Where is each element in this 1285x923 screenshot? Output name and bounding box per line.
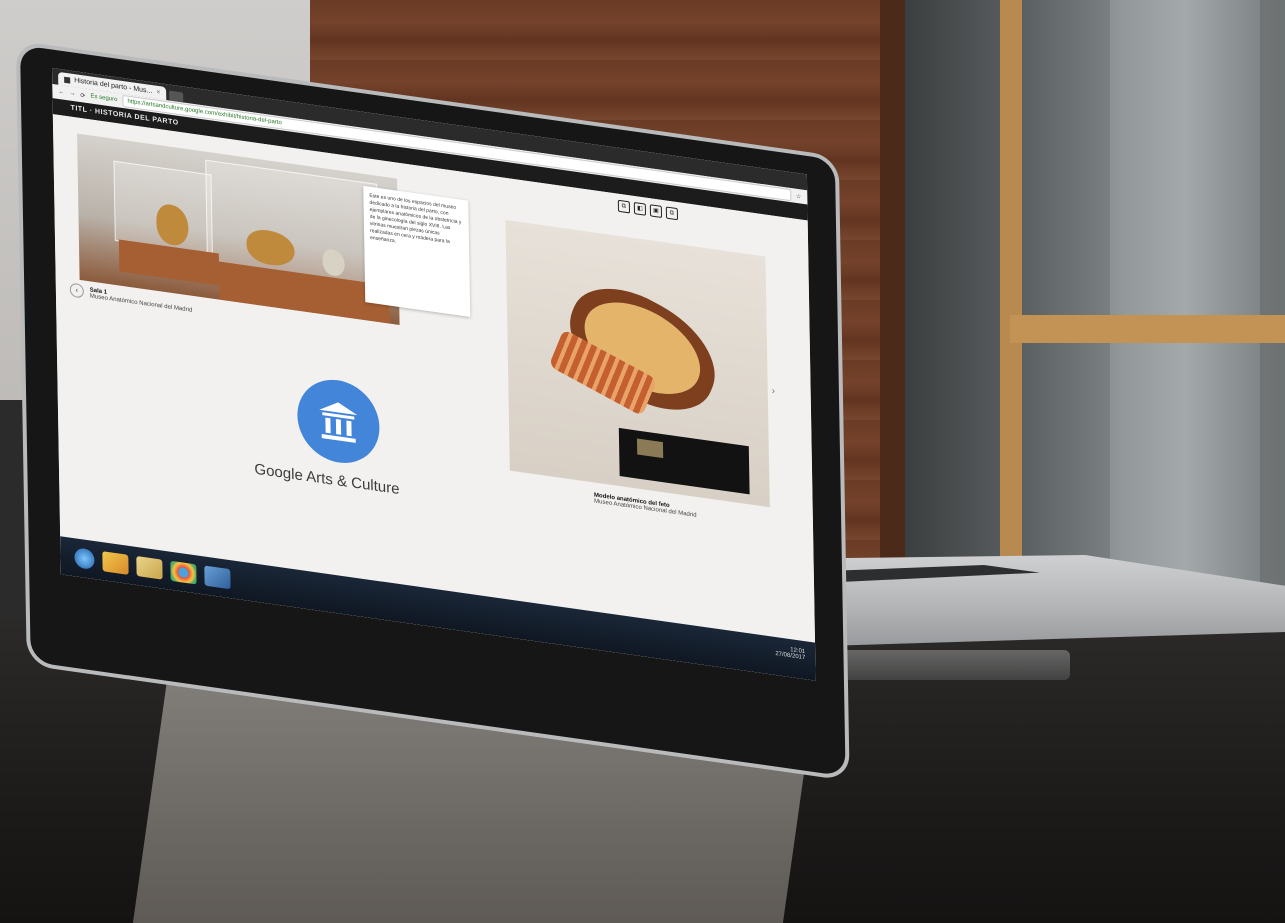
chrome-taskbar-icon[interactable] bbox=[170, 560, 197, 585]
control-button-4[interactable]: ⧉ bbox=[665, 206, 679, 221]
next-arrow-icon[interactable]: › bbox=[772, 385, 782, 400]
glass-panel bbox=[1110, 0, 1260, 620]
favicon-icon bbox=[64, 76, 71, 84]
description-card: Este es uno de los espacios del museo de… bbox=[363, 185, 471, 317]
google-arts-culture-logo bbox=[296, 374, 381, 469]
app-taskbar-icon[interactable] bbox=[204, 565, 231, 590]
secure-label: Es seguro bbox=[90, 93, 118, 104]
museum-temple-icon bbox=[319, 402, 358, 443]
logo-wordmark: Google Arts & Culture bbox=[254, 460, 400, 499]
photo-scene: Historia del parto - Mus... × ← → ⟳ Es s… bbox=[0, 0, 1285, 923]
system-clock[interactable]: 12:01 27/08/2017 bbox=[775, 645, 805, 661]
previous-arrow-icon[interactable]: ‹ bbox=[69, 282, 84, 299]
new-tab-button[interactable] bbox=[169, 90, 184, 103]
photo2-caption: Modelo anatómico del feto Museo Anatómic… bbox=[594, 492, 697, 518]
start-button[interactable] bbox=[74, 547, 95, 571]
back-icon[interactable]: ← bbox=[58, 89, 64, 96]
laptop-screen: Historia del parto - Mus... × ← → ⟳ Es s… bbox=[52, 68, 816, 681]
view-controls: ⧉ ◧ ▣ ⧉ bbox=[617, 199, 679, 221]
close-icon[interactable]: × bbox=[156, 86, 160, 100]
folder-taskbar-icon[interactable] bbox=[136, 555, 163, 580]
forward-icon[interactable]: → bbox=[69, 90, 75, 97]
control-button-3[interactable]: ▣ bbox=[649, 204, 663, 218]
fetus-model-photo[interactable] bbox=[505, 219, 770, 508]
control-button-1[interactable]: ⧉ bbox=[617, 199, 631, 214]
shelf-post bbox=[1000, 0, 1022, 620]
control-button-2[interactable]: ◧ bbox=[633, 202, 647, 216]
explorer-taskbar-icon[interactable] bbox=[102, 551, 129, 575]
shelf bbox=[1010, 315, 1285, 343]
reload-icon[interactable]: ⟳ bbox=[80, 91, 85, 99]
star-icon[interactable]: ☆ bbox=[796, 192, 801, 200]
